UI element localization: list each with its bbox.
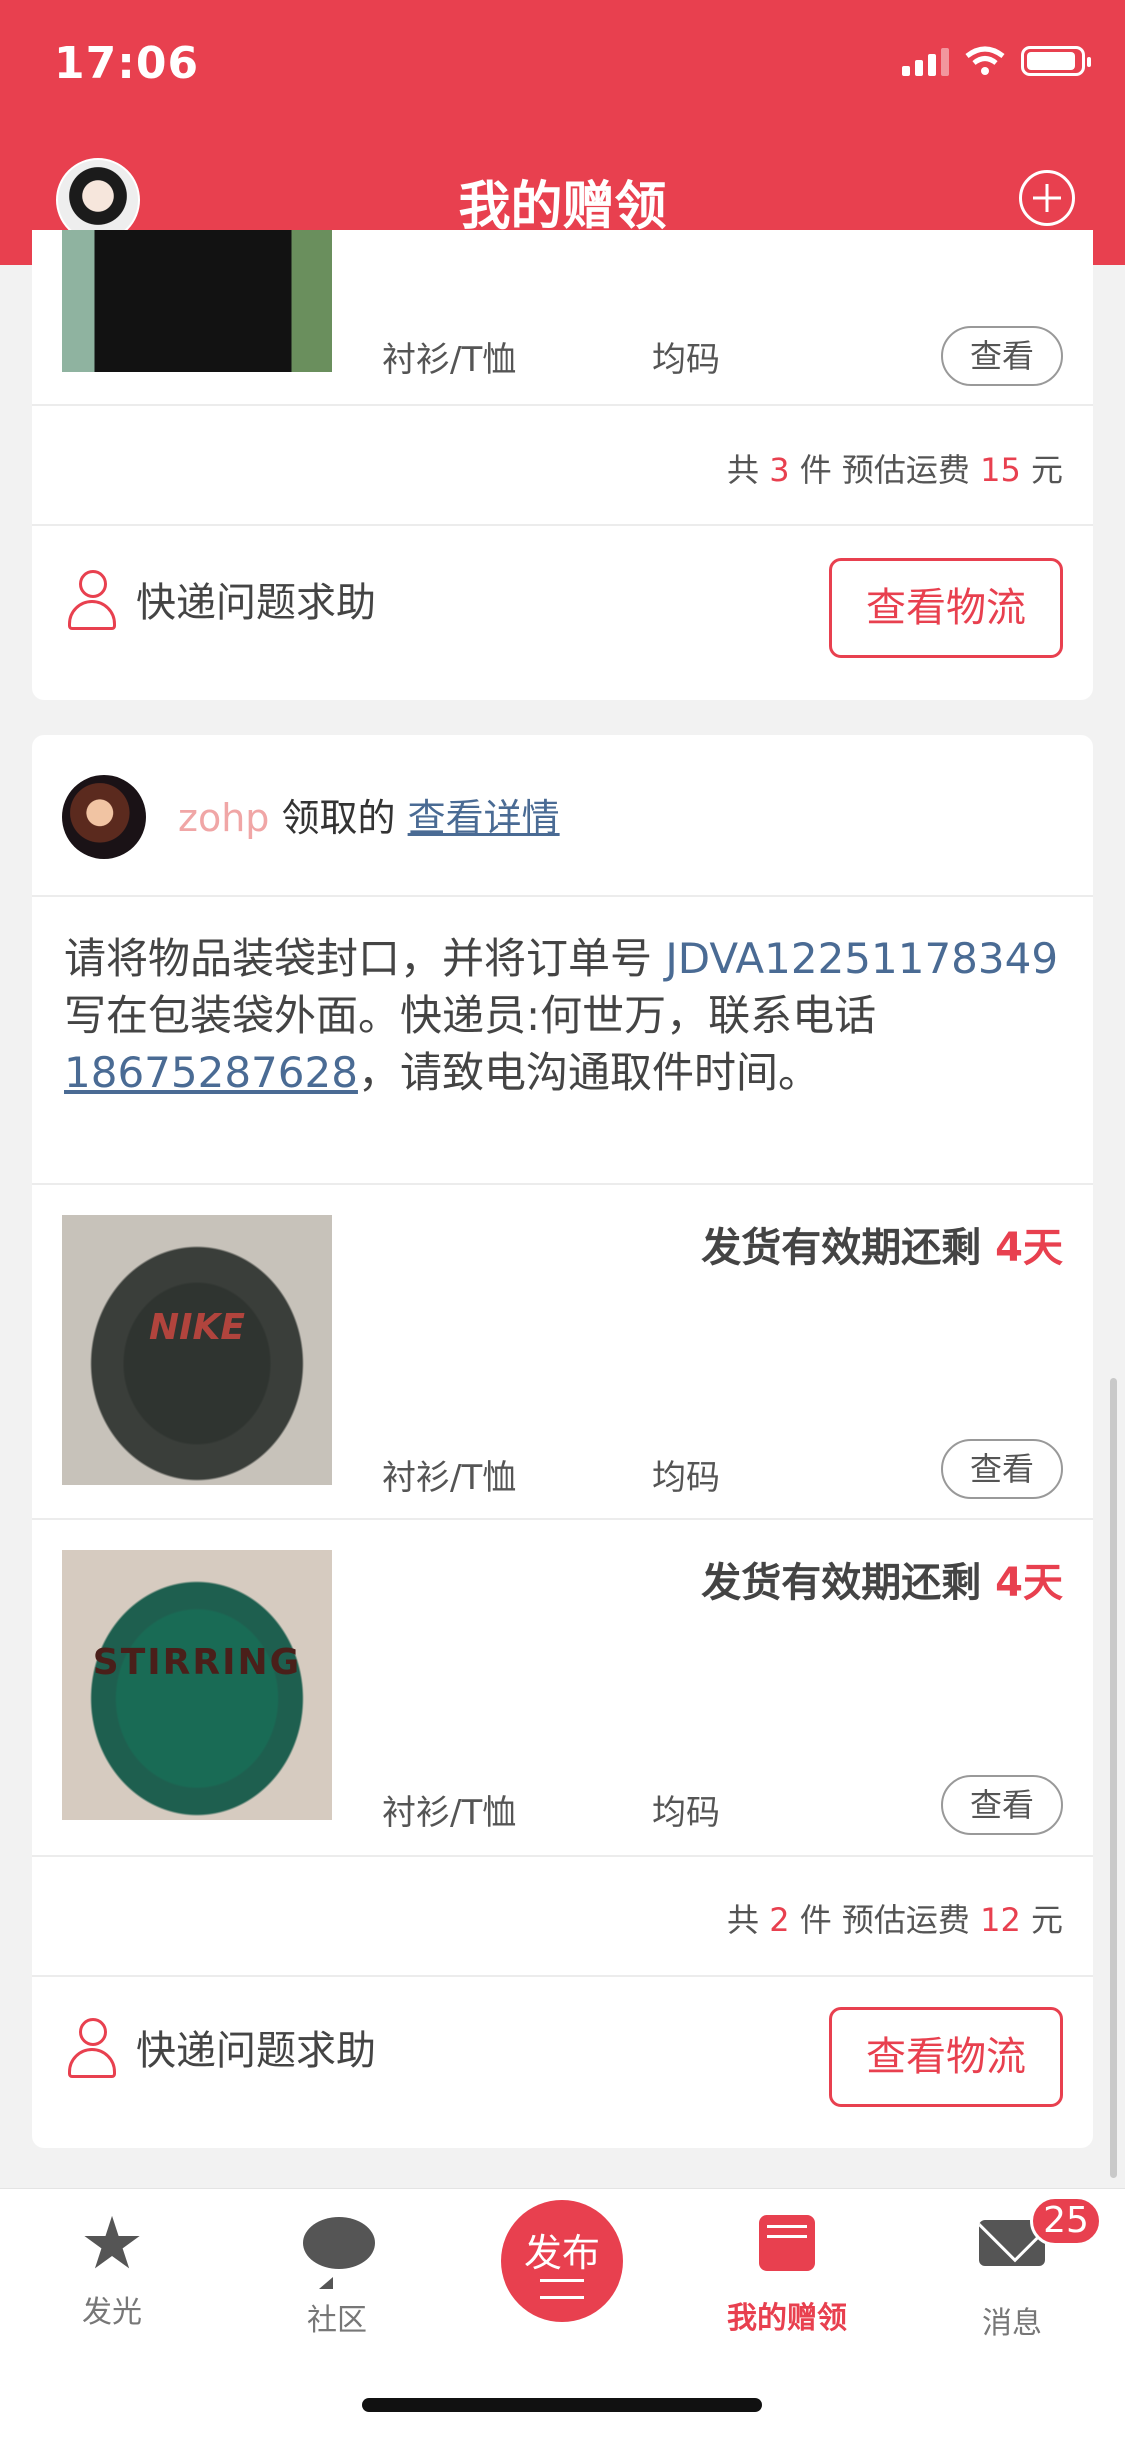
claim-text: 领取的 xyxy=(281,796,396,840)
shirt-print: STIRRING xyxy=(92,1642,302,1683)
chat-icon xyxy=(303,2217,375,2269)
shirt-print: NIKE xyxy=(148,1307,245,1348)
claimer-avatar[interactable] xyxy=(62,775,146,859)
scrollbar[interactable] xyxy=(1110,1378,1117,2178)
add-button[interactable] xyxy=(1019,170,1075,226)
view-logistics-button[interactable]: 查看物流 xyxy=(829,558,1063,658)
ship-deadline: 发货有效期还剩 4天 xyxy=(701,1560,1063,1606)
order-summary: 共 2 件 预估运费 12 元 xyxy=(727,1901,1063,1939)
gift-book-icon xyxy=(759,2215,815,2271)
cellular-signal-icon xyxy=(902,46,949,76)
publish-button[interactable]: 发布 xyxy=(501,2200,623,2322)
item-photo[interactable] xyxy=(62,230,332,372)
view-item-button[interactable]: 查看 xyxy=(941,1439,1063,1499)
battery-icon xyxy=(1021,46,1091,76)
courier-help-label: 快递问题求助 xyxy=(136,580,376,626)
order-number: JDVA12251178349 xyxy=(665,934,1059,983)
view-details-link[interactable]: 查看详情 xyxy=(408,796,560,840)
item-photo[interactable]: STIRRING xyxy=(62,1550,332,1820)
order-card-1: 衬衫/T恤 均码 查看 共 3 件 预估运费 15 元 快递问题求助 查看物流 xyxy=(32,230,1093,700)
ship-deadline: 发货有效期还剩 4天 xyxy=(701,1225,1063,1271)
order-summary: 共 3 件 预估运费 15 元 xyxy=(727,451,1063,489)
page-title: 我的赠领 xyxy=(458,177,667,237)
person-icon xyxy=(66,570,116,630)
item-category: 衬衫/T恤 xyxy=(382,340,517,380)
item-photo[interactable]: NIKE xyxy=(62,1215,332,1485)
order-card-2: zohp 领取的 查看详情 请将物品装袋封口，并将订单号 JDVA1225117… xyxy=(32,735,1093,2148)
star-icon: ★ xyxy=(79,2201,145,2285)
view-logistics-button[interactable]: 查看物流 xyxy=(829,2007,1063,2107)
item-size: 均码 xyxy=(652,340,720,380)
view-item-button[interactable]: 查看 xyxy=(941,1775,1063,1835)
status-icons xyxy=(902,46,1091,76)
home-indicator[interactable] xyxy=(362,2398,762,2412)
view-item-button[interactable]: 查看 xyxy=(941,326,1063,386)
publish-icon xyxy=(540,2279,584,2299)
item-category: 衬衫/T恤 xyxy=(382,1793,517,1833)
item-size: 均码 xyxy=(652,1793,720,1833)
tab-my-gifts[interactable]: 我的赠领 xyxy=(712,2209,862,2337)
wifi-icon xyxy=(965,46,1005,75)
status-time: 17:06 xyxy=(54,38,200,89)
person-icon xyxy=(66,2018,116,2078)
packing-instructions: 请将物品装袋封口，并将订单号 JDVA12251178349 写在包装袋外面。快… xyxy=(64,934,1059,1097)
courier-phone-link[interactable]: 18675287628 xyxy=(64,1048,358,1097)
courier-help[interactable]: 快递问题求助 xyxy=(66,2018,376,2078)
courier-help[interactable]: 快递问题求助 xyxy=(66,570,376,630)
tab-community[interactable]: 社区 xyxy=(262,2209,412,2339)
app-header: 17:06 我的赠领 xyxy=(0,0,1125,265)
courier-help-label: 快递问题求助 xyxy=(136,2028,376,2074)
item-category: 衬衫/T恤 xyxy=(382,1458,517,1498)
item-size: 均码 xyxy=(652,1458,720,1498)
claim-line: zohp 领取的 查看详情 xyxy=(178,787,560,842)
claimer-name[interactable]: zohp xyxy=(178,796,269,840)
messages-badge: 25 xyxy=(1030,2196,1102,2246)
tab-glow[interactable]: ★ 发光 xyxy=(37,2201,187,2331)
